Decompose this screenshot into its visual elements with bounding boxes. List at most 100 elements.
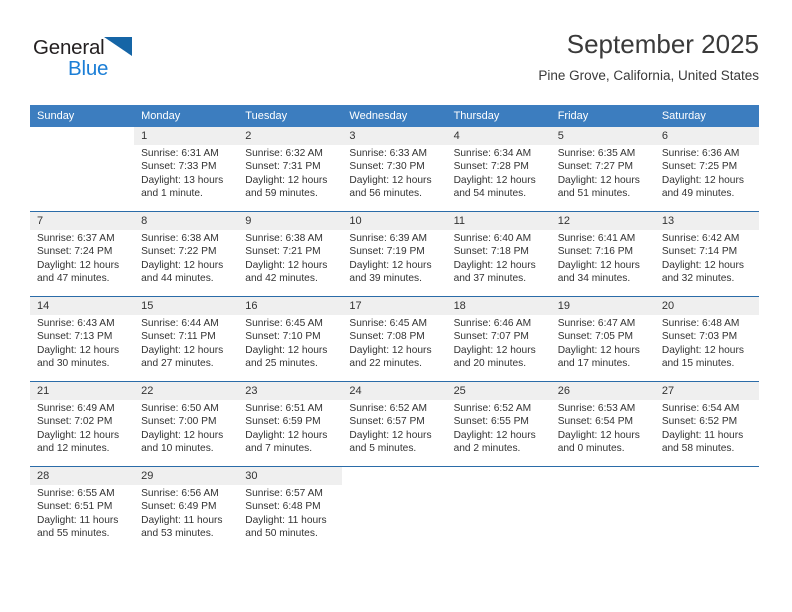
calendar-day-cell[interactable]: 4 Sunrise: 6:34 AM Sunset: 7:28 PM Daylight… <box>446 127 551 212</box>
daylight-text-line2: and 42 minutes. <box>245 273 318 285</box>
calendar-day-cell[interactable]: 29 Sunrise: 6:56 AM Sunset: 6:49 PM Dayligh… <box>134 466 239 551</box>
calendar-day-cell[interactable]: 14 Sunrise: 6:43 AM Sunset: 7:13 PM Dayligh… <box>30 296 135 382</box>
day-number: 12 <box>550 212 655 230</box>
calendar-day-cell <box>342 466 447 551</box>
day-cell-content: 29 Sunrise: 6:56 AM Sunset: 6:49 PM Dayligh… <box>134 467 239 551</box>
daylight-text-line1: Daylight: 12 hours <box>245 344 328 356</box>
calendar-day-cell[interactable]: 23 Sunrise: 6:51 AM Sunset: 6:59 PM Dayligh… <box>238 381 343 467</box>
day-cell-content: 4 Sunrise: 6:34 AM Sunset: 7:28 PM Daylight… <box>446 127 551 211</box>
calendar-day-cell[interactable]: 5 Sunrise: 6:35 AM Sunset: 7:27 PM Daylight… <box>550 127 655 212</box>
calendar-day-cell[interactable]: 27 Sunrise: 6:54 AM Sunset: 6:52 PM Dayligh… <box>654 381 759 467</box>
calendar-day-cell[interactable]: 17 Sunrise: 6:45 AM Sunset: 7:08 PM Dayligh… <box>342 296 447 382</box>
sunset-text: Sunset: 7:07 PM <box>453 331 529 343</box>
day-cell-content: 13 Sunrise: 6:42 AM Sunset: 7:14 PM Dayligh… <box>654 212 759 296</box>
day-cell-content: 7 Sunrise: 6:37 AM Sunset: 7:24 PM Daylight… <box>30 212 135 296</box>
calendar-day-cell[interactable]: 20 Sunrise: 6:48 AM Sunset: 7:03 PM Dayligh… <box>654 296 759 382</box>
daylight-text-line1: Daylight: 12 hours <box>661 174 744 186</box>
calendar-day-cell[interactable]: 10 Sunrise: 6:39 AM Sunset: 7:19 PM Dayligh… <box>342 211 447 297</box>
calendar-day-cell <box>30 127 135 212</box>
day-details <box>447 485 551 487</box>
sunrise-text: Sunrise: 6:37 AM <box>37 233 115 244</box>
calendar-week-row: 14 Sunrise: 6:43 AM Sunset: 7:13 PM Dayligh… <box>30 296 759 382</box>
day-number: 13 <box>654 212 759 230</box>
daylight-text-line1: Daylight: 12 hours <box>245 429 328 441</box>
weekday-header-thursday: Thursday <box>446 105 551 127</box>
day-details <box>551 485 655 487</box>
day-cell-content: 23 Sunrise: 6:51 AM Sunset: 6:59 PM Dayligh… <box>238 382 343 466</box>
daylight-text-line2: and 51 minutes. <box>557 188 631 200</box>
daylight-text-line1: Daylight: 12 hours <box>245 259 328 271</box>
calendar-grid: Sunday Monday Tuesday Wednesday Thursday… <box>30 105 759 551</box>
calendar-day-cell[interactable]: 30 Sunrise: 6:57 AM Sunset: 6:48 PM Dayligh… <box>238 466 343 551</box>
day-number: 3 <box>342 127 447 145</box>
calendar-day-cell[interactable]: 1 Sunrise: 6:31 AM Sunset: 7:33 PM Daylight… <box>134 127 239 212</box>
calendar-day-cell[interactable]: 12 Sunrise: 6:41 AM Sunset: 7:16 PM Dayligh… <box>550 211 655 297</box>
daylight-text-line1: Daylight: 12 hours <box>141 259 224 271</box>
calendar-day-cell[interactable]: 15 Sunrise: 6:44 AM Sunset: 7:11 PM Dayligh… <box>134 296 239 382</box>
calendar-day-cell[interactable]: 19 Sunrise: 6:47 AM Sunset: 7:05 PM Dayligh… <box>550 296 655 382</box>
daylight-text-line2: and 54 minutes. <box>453 188 527 200</box>
sunrise-text: Sunrise: 6:33 AM <box>349 148 428 159</box>
sunrise-text: Sunrise: 6:45 AM <box>349 318 428 329</box>
daylight-text-line2: and 56 minutes. <box>349 188 422 200</box>
weekday-header-monday: Monday <box>134 105 239 127</box>
day-number: 21 <box>30 382 135 400</box>
sunset-text: Sunset: 7:22 PM <box>141 246 217 258</box>
sunset-text: Sunset: 6:48 PM <box>245 501 321 513</box>
calendar-day-cell[interactable]: 9 Sunrise: 6:38 AM Sunset: 7:21 PM Daylight… <box>238 211 343 297</box>
calendar-day-cell[interactable]: 25 Sunrise: 6:52 AM Sunset: 6:55 PM Dayligh… <box>446 381 551 467</box>
day-cell-content: 5 Sunrise: 6:35 AM Sunset: 7:27 PM Daylight… <box>550 127 655 211</box>
sunrise-text: Sunrise: 6:49 AM <box>37 403 115 414</box>
sunrise-text: Sunrise: 6:52 AM <box>349 403 428 414</box>
calendar-day-cell[interactable]: 21 Sunrise: 6:49 AM Sunset: 7:02 PM Dayligh… <box>30 381 135 467</box>
calendar-day-cell[interactable]: 3 Sunrise: 6:33 AM Sunset: 7:30 PM Daylight… <box>342 127 447 212</box>
sunrise-text: Sunrise: 6:47 AM <box>557 318 636 329</box>
calendar-day-cell[interactable]: 28 Sunrise: 6:55 AM Sunset: 6:51 PM Dayligh… <box>30 466 135 551</box>
sunset-text: Sunset: 7:33 PM <box>141 161 217 173</box>
sunrise-text: Sunrise: 6:41 AM <box>557 233 636 244</box>
calendar-day-cell[interactable]: 7 Sunrise: 6:37 AM Sunset: 7:24 PM Daylight… <box>30 211 135 297</box>
calendar-day-cell[interactable]: 18 Sunrise: 6:46 AM Sunset: 7:07 PM Dayligh… <box>446 296 551 382</box>
day-details <box>30 145 134 147</box>
sunset-text: Sunset: 6:59 PM <box>245 416 321 428</box>
day-number: 2 <box>238 127 343 145</box>
day-cell-content: 11 Sunrise: 6:40 AM Sunset: 7:18 PM Dayligh… <box>446 212 551 296</box>
sunset-text: Sunset: 7:27 PM <box>557 161 634 173</box>
calendar-day-cell[interactable]: 16 Sunrise: 6:45 AM Sunset: 7:10 PM Dayligh… <box>238 296 343 382</box>
sunrise-text: Sunrise: 6:53 AM <box>557 403 636 414</box>
daylight-text-line1: Daylight: 11 hours <box>141 514 223 526</box>
day-cell-content: 25 Sunrise: 6:52 AM Sunset: 6:55 PM Dayligh… <box>446 382 551 466</box>
calendar-day-cell[interactable]: 26 Sunrise: 6:53 AM Sunset: 6:54 PM Dayligh… <box>550 381 655 467</box>
day-cell-content: 27 Sunrise: 6:54 AM Sunset: 6:52 PM Dayligh… <box>654 382 759 466</box>
calendar-day-cell[interactable]: 8 Sunrise: 6:38 AM Sunset: 7:22 PM Daylight… <box>134 211 239 297</box>
daylight-text-line2: and 37 minutes. <box>453 273 527 285</box>
sunrise-text: Sunrise: 6:42 AM <box>661 233 740 244</box>
calendar-day-cell[interactable]: 2 Sunrise: 6:32 AM Sunset: 7:31 PM Daylight… <box>238 127 343 212</box>
day-cell-content <box>550 467 655 551</box>
day-cell-content: 22 Sunrise: 6:50 AM Sunset: 7:00 PM Dayligh… <box>134 382 239 466</box>
sunset-text: Sunset: 6:51 PM <box>37 501 113 513</box>
weekday-header-friday: Friday <box>550 105 655 127</box>
daylight-text-line1: Daylight: 12 hours <box>557 259 640 271</box>
calendar-day-cell[interactable]: 6 Sunrise: 6:36 AM Sunset: 7:25 PM Daylight… <box>654 127 759 212</box>
sunset-text: Sunset: 7:25 PM <box>661 161 738 173</box>
calendar-day-cell[interactable]: 22 Sunrise: 6:50 AM Sunset: 7:00 PM Dayligh… <box>134 381 239 467</box>
daylight-text-line1: Daylight: 12 hours <box>37 259 120 271</box>
day-cell-content <box>446 467 551 551</box>
daylight-text-line1: Daylight: 12 hours <box>557 429 640 441</box>
day-cell-content: 28 Sunrise: 6:55 AM Sunset: 6:51 PM Dayligh… <box>30 467 135 551</box>
day-details: Sunrise: 6:46 AM Sunset: 7:07 PM Daylight:… <box>447 315 551 371</box>
day-details: Sunrise: 6:43 AM Sunset: 7:13 PM Daylight:… <box>30 315 134 371</box>
day-cell-content: 8 Sunrise: 6:38 AM Sunset: 7:22 PM Daylight… <box>134 212 239 296</box>
day-number <box>654 467 759 485</box>
daylight-text-line2: and 5 minutes. <box>349 443 417 455</box>
day-details: Sunrise: 6:33 AM Sunset: 7:30 PM Daylight:… <box>342 145 446 201</box>
daylight-text-line2: and 59 minutes. <box>245 188 318 200</box>
calendar-day-cell[interactable]: 13 Sunrise: 6:42 AM Sunset: 7:14 PM Dayligh… <box>654 211 759 297</box>
calendar-day-cell[interactable]: 24 Sunrise: 6:52 AM Sunset: 6:57 PM Dayligh… <box>342 381 447 467</box>
generalblue-logo[interactable]: General Blue <box>33 36 163 88</box>
daylight-text-line2: and 50 minutes. <box>245 528 318 540</box>
sunrise-text: Sunrise: 6:46 AM <box>453 318 532 329</box>
calendar-day-cell[interactable]: 11 Sunrise: 6:40 AM Sunset: 7:18 PM Dayligh… <box>446 211 551 297</box>
day-details: Sunrise: 6:37 AM Sunset: 7:24 PM Daylight:… <box>30 230 134 286</box>
